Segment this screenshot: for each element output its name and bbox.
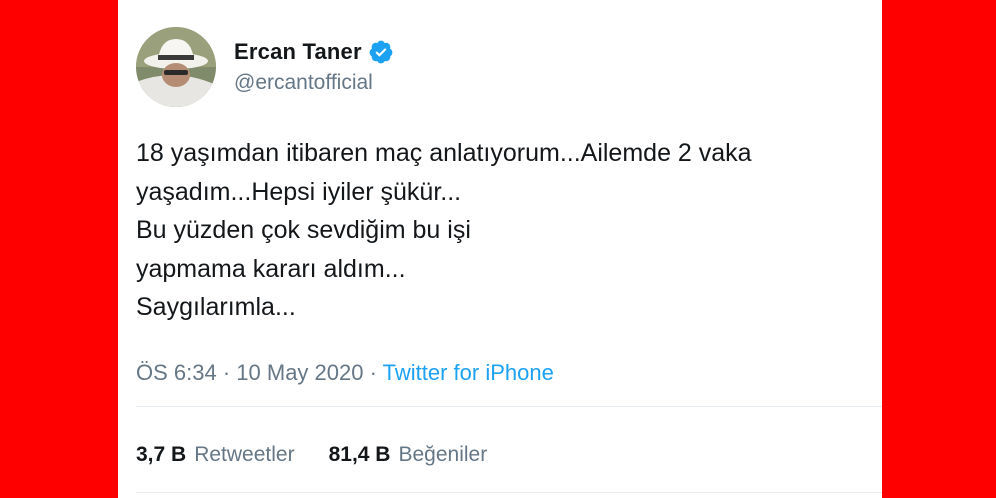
tweet-header: Ercan Taner @ercantofficial [136, 26, 394, 108]
retweets-stat[interactable]: 3,7 B Retweetler [136, 443, 295, 467]
tweet-source-link[interactable]: Twitter for iPhone [383, 360, 554, 385]
tweet-text: 18 yaşımdan itibaren maç anlatıyorum...A… [136, 134, 866, 327]
tweet-stats: 3,7 B Retweetler 81,4 B Beğeniler [136, 443, 521, 467]
retweets-count: 3,7 B [136, 443, 187, 466]
likes-stat[interactable]: 81,4 B Beğeniler [329, 443, 488, 467]
user-info: Ercan Taner @ercantofficial [234, 39, 394, 95]
meta-separator: · [363, 360, 383, 385]
display-name[interactable]: Ercan Taner [234, 39, 362, 65]
tweet-time[interactable]: ÖS 6:34 [136, 360, 217, 385]
tweet-text-line: Saygılarımla... [136, 293, 296, 321]
verified-badge-icon [368, 39, 394, 65]
tweet-text-line: yaşadım...Hepsi iyiler şükür... [136, 177, 462, 206]
likes-label: Beğeniler [398, 443, 488, 466]
tweet-text-line: Bu yüzden çok sevdiğim bu işi [136, 216, 471, 244]
tweet-date[interactable]: 10 May 2020 [236, 360, 363, 385]
avatar[interactable] [136, 27, 216, 107]
divider [136, 406, 882, 407]
retweets-label: Retweetler [194, 443, 295, 466]
tweet-text-line: 18 yaşımdan itibaren maç anlatıyorum...A… [136, 139, 752, 167]
tweet-meta: ÖS 6:34 · 10 May 2020 · Twitter for iPho… [136, 360, 554, 386]
avatar-photo [136, 27, 216, 107]
name-row: Ercan Taner [234, 39, 394, 65]
likes-count: 81,4 B [328, 443, 391, 466]
divider [136, 492, 882, 493]
tweet-text-line: yapmama kararı aldım... [136, 254, 406, 283]
meta-separator: · [216, 360, 237, 385]
user-handle[interactable]: @ercantofficial [234, 71, 394, 95]
tweet-card: Ercan Taner @ercantofficial 18 yaşımdan … [118, 0, 882, 498]
